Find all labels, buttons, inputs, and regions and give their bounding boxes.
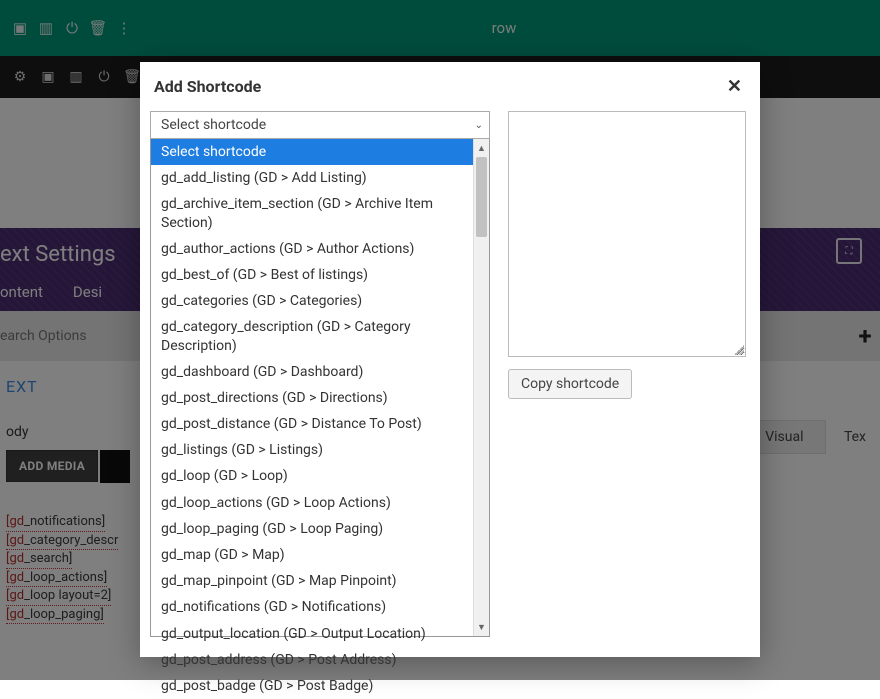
dropdown-option[interactable]: gd_post_directions (GD > Directions)	[151, 385, 489, 411]
dropdown-option[interactable]: gd_post_address (GD > Post Address)	[151, 647, 489, 673]
dropdown-option[interactable]: gd_add_listing (GD > Add Listing)	[151, 165, 489, 191]
dropdown-option[interactable]: gd_post_badge (GD > Post Badge)	[151, 673, 489, 699]
shortcode-preview[interactable]	[508, 111, 746, 357]
dropdown-option[interactable]: gd_notifications (GD > Notifications)	[151, 594, 489, 620]
dropdown-option[interactable]: gd_author_actions (GD > Author Actions)	[151, 236, 489, 262]
scroll-up-icon[interactable]: ▲	[474, 139, 489, 157]
dropdown-option[interactable]: gd_loop (GD > Loop)	[151, 463, 489, 489]
shortcode-dropdown: Select shortcodegd_add_listing (GD > Add…	[150, 139, 490, 637]
scroll-down-icon[interactable]: ▼	[474, 618, 489, 636]
scroll-thumb[interactable]	[476, 157, 487, 237]
select-placeholder: Select shortcode	[161, 117, 266, 133]
dropdown-option[interactable]: gd_loop_actions (GD > Loop Actions)	[151, 490, 489, 516]
dropdown-option[interactable]: gd_listings (GD > Listings)	[151, 437, 489, 463]
chevron-down-icon: ⌄	[475, 120, 483, 131]
dropdown-option[interactable]: gd_loop_paging (GD > Loop Paging)	[151, 516, 489, 542]
dropdown-option[interactable]: gd_map (GD > Map)	[151, 542, 489, 568]
close-icon[interactable]: ✕	[727, 76, 742, 97]
dropdown-option[interactable]: gd_best_of (GD > Best of listings)	[151, 262, 489, 288]
dropdown-option[interactable]: gd_dashboard (GD > Dashboard)	[151, 359, 489, 385]
dropdown-option[interactable]: Select shortcode	[151, 139, 489, 165]
add-shortcode-modal: Add Shortcode ✕ Select shortcode ⌄ Selec…	[140, 62, 760, 657]
dropdown-option[interactable]: gd_archive_item_section (GD > Archive It…	[151, 191, 489, 235]
shortcode-select[interactable]: Select shortcode ⌄	[150, 111, 490, 139]
scrollbar[interactable]: ▲ ▼	[473, 139, 489, 636]
dropdown-option[interactable]: gd_categories (GD > Categories)	[151, 288, 489, 314]
dropdown-option[interactable]: gd_post_distance (GD > Distance To Post)	[151, 411, 489, 437]
copy-shortcode-button[interactable]: Copy shortcode	[508, 369, 632, 399]
modal-title: Add Shortcode	[154, 77, 261, 96]
dropdown-option[interactable]: gd_output_location (GD > Output Location…	[151, 621, 489, 647]
dropdown-option[interactable]: gd_category_description (GD > Category D…	[151, 314, 489, 358]
dropdown-option[interactable]: gd_map_pinpoint (GD > Map Pinpoint)	[151, 568, 489, 594]
